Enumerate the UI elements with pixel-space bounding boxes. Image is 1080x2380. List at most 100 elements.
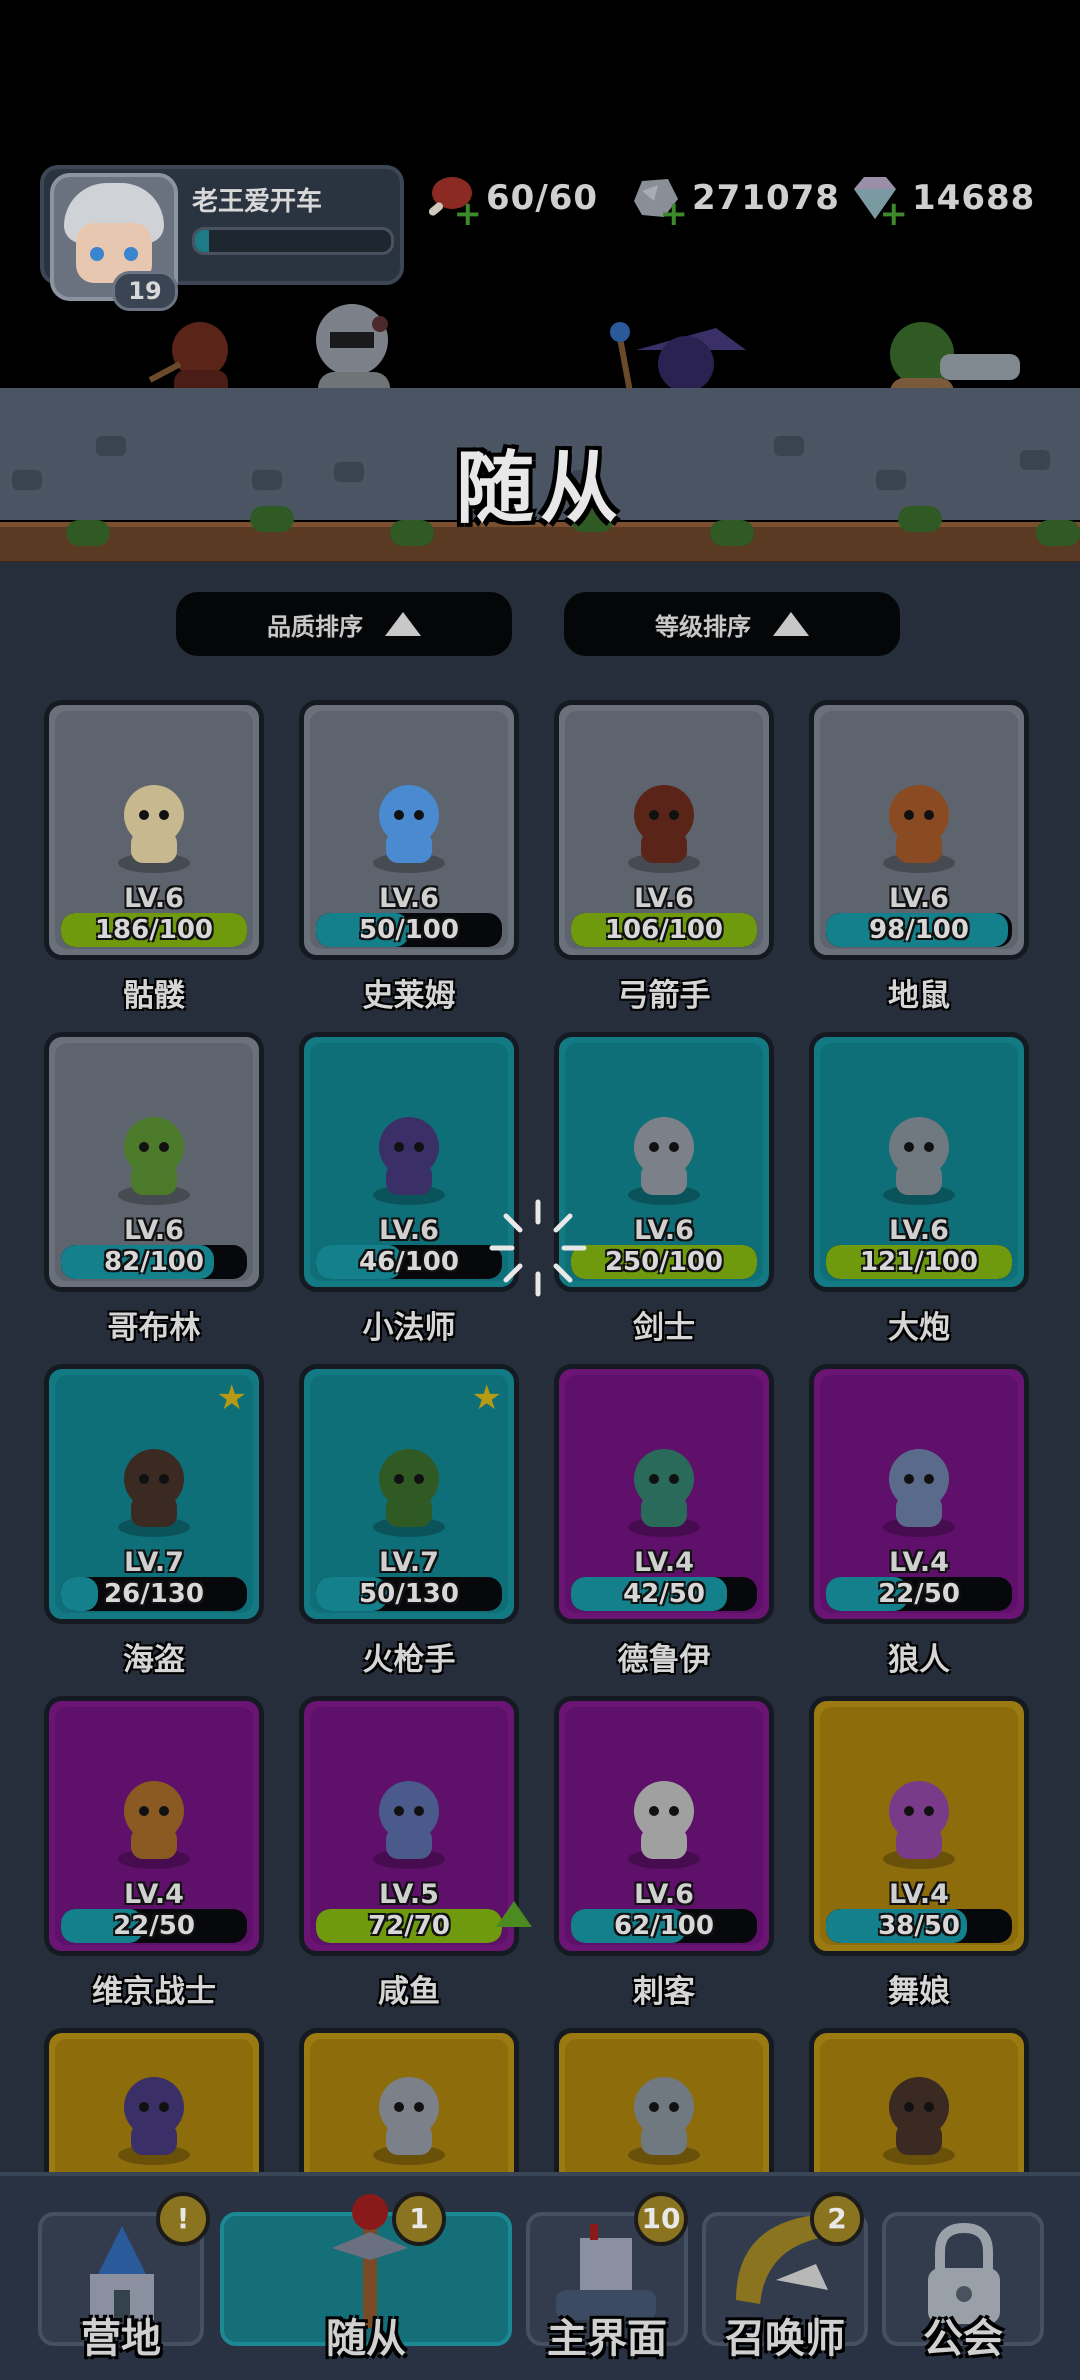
- follower-progress-text: 121/100: [859, 1247, 979, 1277]
- follower-card[interactable]: LV.5 72/70: [299, 1696, 532, 1956]
- diamond-resource[interactable]: + 14688: [848, 168, 1036, 231]
- sort-ascending-icon: [773, 612, 809, 636]
- follower-progress-text: 22/50: [113, 1911, 195, 1941]
- follower-name: 史莱姆: [362, 978, 456, 1014]
- follower-card[interactable]: LV.6 121/100: [809, 1032, 1029, 1292]
- follower-card[interactable]: LV.4 42/50: [554, 1364, 774, 1624]
- follower-card[interactable]: LV.6 82/100: [44, 1032, 264, 1292]
- follower-progress-bar: 50/100: [316, 913, 502, 947]
- follower-card[interactable]: LV.6 98/100: [809, 700, 1029, 960]
- follower-progress-bar: 186/100: [61, 913, 247, 947]
- follower-portrait: [609, 771, 719, 885]
- follower-portrait: [99, 1767, 209, 1881]
- nav-main[interactable]: 10 主界面: [516, 2192, 698, 2362]
- follower-card[interactable]: LV.6 62/100: [554, 1696, 774, 1956]
- quality-sort-button[interactable]: 品质排序: [176, 592, 512, 656]
- follower-name: 小法师: [362, 1310, 456, 1346]
- follower-portrait: [354, 771, 464, 885]
- follower-card[interactable]: ★ LV.7 50/130: [299, 1364, 519, 1624]
- follower-progress-bar: 82/100: [61, 1245, 247, 1279]
- follower-card[interactable]: LV.4 38/50: [809, 1696, 1029, 1956]
- follower-card[interactable]: LV.6 186/100: [44, 700, 264, 960]
- follower-card[interactable]: ★ LV.7 26/130: [44, 1364, 264, 1624]
- nav-main-badge: 10: [634, 2192, 688, 2246]
- follower-progress-text: 82/100: [104, 1247, 204, 1277]
- follower-progress-text: 46/100: [359, 1247, 459, 1277]
- meat-value: 60/60: [486, 178, 599, 218]
- follower-level: LV.4: [634, 1547, 694, 1578]
- follower-progress-bar: 22/50: [61, 1909, 247, 1943]
- follower-progress-bar: 26/130: [61, 1577, 247, 1611]
- follower-card[interactable]: [809, 2028, 1029, 2172]
- follower-progress-text: 22/50: [878, 1579, 960, 1609]
- follower-progress-bar: 98/100: [826, 913, 1012, 947]
- follower-progress-text: 250/100: [604, 1247, 724, 1277]
- follower-card[interactable]: LV.4 22/50: [44, 1696, 264, 1956]
- follower-card[interactable]: LV.4 22/50: [809, 1364, 1029, 1624]
- nav-camp-badge: !: [156, 2192, 210, 2246]
- nav-camp-label: 营地: [81, 2316, 161, 2362]
- meat-resource[interactable]: + 60/60: [422, 168, 599, 231]
- experience-bar: [192, 227, 394, 255]
- follower-progress-bar: 22/50: [826, 1577, 1012, 1611]
- follower-level: LV.6: [124, 1215, 184, 1246]
- follower-name: 火枪手: [362, 1642, 456, 1678]
- follower-portrait: [864, 1435, 974, 1549]
- follower-progress-text: 98/100: [869, 915, 969, 945]
- player-profile[interactable]: 19 老王爱开车: [40, 165, 404, 311]
- follower-card[interactable]: LV.6 106/100: [554, 700, 774, 960]
- follower-name: 狼人: [888, 1642, 950, 1678]
- nav-camp[interactable]: ! 营地: [28, 2192, 214, 2362]
- follower-progress-text: 50/100: [359, 915, 459, 945]
- follower-card[interactable]: [44, 2028, 264, 2172]
- follower-progress-bar: 38/50: [826, 1909, 1012, 1943]
- follower-level: LV.6: [634, 1879, 694, 1910]
- meat-icon: +: [422, 171, 482, 231]
- nav-guild[interactable]: 公会: [872, 2206, 1054, 2362]
- follower-portrait: [609, 1435, 719, 1549]
- level-sort-label: 等级排序: [655, 612, 751, 641]
- nav-followers[interactable]: 1 随从: [210, 2192, 522, 2362]
- nav-summoner-badge: 2: [810, 2192, 864, 2246]
- follower-progress-bar: 46/100: [316, 1245, 502, 1279]
- follower-progress-bar: 106/100: [571, 913, 757, 947]
- follower-progress-bar: 50/130: [316, 1577, 502, 1611]
- lucky-cat-icon: [864, 2063, 974, 2172]
- follower-portrait: [99, 771, 209, 885]
- stone-resource[interactable]: + 271078: [628, 168, 840, 231]
- follower-portrait: [609, 1103, 719, 1217]
- nav-summoner[interactable]: 2 召唤师: [692, 2192, 878, 2362]
- follower-progress-text: 42/50: [623, 1579, 705, 1609]
- follower-card[interactable]: [299, 2028, 519, 2172]
- follower-level: LV.6: [379, 1215, 439, 1246]
- follower-progress-text: 186/100: [94, 915, 214, 945]
- nav-summoner-label: 召唤师: [725, 2316, 845, 2362]
- bottom-navigation: ! 营地 1 随从 10 主界面 2 召唤师 公会: [0, 2172, 1080, 2380]
- follower-portrait: [864, 1103, 974, 1217]
- follower-card[interactable]: [554, 2028, 774, 2172]
- quality-sort-label: 品质排序: [267, 612, 363, 641]
- follower-level: LV.7: [379, 1547, 439, 1578]
- upgrade-arrow-icon: [496, 1901, 532, 1927]
- nav-followers-badge: 1: [392, 2192, 446, 2246]
- follower-portrait: [354, 1435, 464, 1549]
- level-sort-button[interactable]: 等级排序: [564, 592, 900, 656]
- nav-main-label: 主界面: [547, 2316, 667, 2362]
- diamond-value: 14688: [912, 178, 1036, 218]
- player-name: 老王爱开车: [192, 187, 323, 217]
- follower-name: 大炮: [888, 1310, 950, 1346]
- ninja-icon: [609, 2063, 719, 2172]
- followers-panel[interactable]: 品质排序 等级排序 LV.6 186/100 骷髅 LV.6 50/100 史莱姆 LV.6…: [0, 562, 1080, 2172]
- stone-value: 271078: [692, 178, 840, 218]
- follower-name: 海盗: [123, 1642, 185, 1678]
- follower-portrait: [354, 1103, 464, 1217]
- follower-progress-bar: 121/100: [826, 1245, 1012, 1279]
- follower-level: LV.6: [379, 883, 439, 914]
- follower-card[interactable]: LV.6 50/100: [299, 700, 519, 960]
- page-title: 随从: [455, 444, 624, 534]
- follower-name: 咸鱼: [378, 1974, 440, 2010]
- follower-progress-text: 62/100: [614, 1911, 714, 1941]
- follower-portrait: [609, 1767, 719, 1881]
- follower-progress-bar: 72/70: [316, 1909, 502, 1943]
- follower-name: 维京战士: [92, 1974, 216, 2010]
